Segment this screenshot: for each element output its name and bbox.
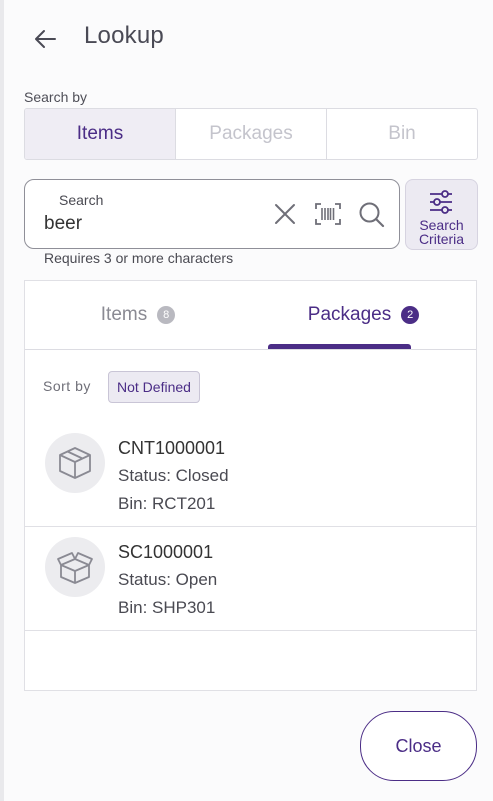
barcode-icon[interactable]: [314, 201, 341, 227]
tab-items[interactable]: Items 8: [25, 281, 251, 349]
search-by-packages[interactable]: Packages: [176, 109, 327, 159]
search-criteria-label-line1: Search: [419, 217, 464, 233]
search-by-items[interactable]: Items: [25, 109, 176, 159]
lookup-panel: Lookup Search by Items Packages Bin Sear…: [4, 0, 493, 801]
search-value[interactable]: beer: [44, 213, 82, 235]
sort-label: Sort by: [43, 378, 91, 394]
open-box-icon: [57, 552, 93, 584]
package-avatar: [45, 433, 105, 493]
header: Lookup: [4, 0, 493, 78]
tab-packages-label: Packages: [307, 304, 392, 325]
back-button[interactable]: [30, 24, 60, 54]
package-status: Status: Open: [118, 570, 218, 589]
page-title: Lookup: [84, 22, 164, 49]
results-panel: Items 8 Packages 2 Sort by Not Defined C…: [24, 280, 477, 691]
package-avatar: [45, 537, 105, 597]
results-tabs: Items 8 Packages 2: [25, 281, 476, 350]
search-input[interactable]: Search beer: [24, 179, 400, 249]
search-label: Search: [59, 192, 104, 208]
list-item[interactable]: CNT1000001 Status: Closed Bin: RCT201: [25, 423, 476, 527]
tab-items-count-badge: 8: [157, 306, 176, 324]
package-status: Status: Closed: [118, 466, 229, 485]
closed-box-icon: [59, 447, 91, 479]
close-icon[interactable]: [272, 201, 298, 227]
arrow-left-icon: [35, 30, 56, 48]
sliders-icon: [430, 190, 452, 214]
search-icon[interactable]: [358, 201, 385, 228]
search-by-label: Search by: [24, 89, 88, 105]
sort-dropdown[interactable]: Not Defined: [108, 371, 200, 403]
package-id: CNT1000001: [118, 438, 226, 458]
list-item-text: SC1000001 Status: Open Bin: SHP301: [118, 538, 217, 622]
list-item[interactable]: SC1000001 Status: Open Bin: SHP301: [25, 527, 476, 631]
tab-packages[interactable]: Packages 2: [251, 281, 476, 349]
package-bin: Bin: RCT201: [118, 494, 216, 513]
search-by-bin[interactable]: Bin: [327, 109, 477, 159]
search-criteria-button[interactable]: Search Criteria: [405, 179, 478, 250]
tab-packages-count-badge: 2: [401, 306, 420, 324]
active-tab-indicator: [268, 344, 411, 349]
package-id: SC1000001: [118, 542, 214, 562]
search-by-selector: Items Packages Bin: [24, 108, 478, 160]
close-button[interactable]: Close: [360, 711, 477, 781]
tab-items-label: Items: [100, 304, 148, 325]
list-item-text: CNT1000001 Status: Closed Bin: RCT201: [118, 434, 229, 518]
search-hint: Requires 3 or more characters: [44, 250, 234, 266]
package-bin: Bin: SHP301: [118, 598, 216, 617]
search-criteria-label-line2: Criteria: [418, 231, 465, 247]
search-criteria-label: Search Criteria: [406, 218, 477, 246]
